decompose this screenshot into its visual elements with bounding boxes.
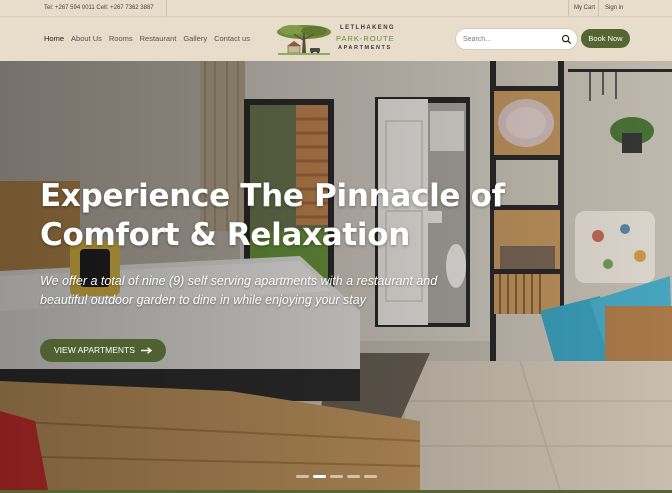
acacia-tree-icon <box>277 25 331 55</box>
nav-item-restaurant[interactable]: Restaurant <box>140 34 177 43</box>
site-header: Home About Us Rooms Restaurant Gallery C… <box>0 17 672 61</box>
nav-item-home[interactable]: Home <box>44 34 64 43</box>
my-cart-link[interactable]: My Cart <box>574 5 595 11</box>
logo-text-line3: APARTMENTS <box>338 45 392 51</box>
nav-item-contact-us[interactable]: Contact us <box>214 34 250 43</box>
main-nav: Home About Us Rooms Restaurant Gallery C… <box>44 34 250 43</box>
logo-text-line2: PARK-ROUTE <box>336 34 395 43</box>
slider-dot-2[interactable] <box>313 475 326 478</box>
hero-headline-line1: Experience The Pinnacle of <box>40 178 505 214</box>
slider-dot-1[interactable] <box>296 475 309 478</box>
hero-headline-line2: Comfort & Relaxation <box>40 217 411 253</box>
slider-dot-5[interactable] <box>364 475 377 478</box>
book-now-button[interactable]: Book Now <box>581 29 630 48</box>
view-apartments-label: VIEW APARTMENTS <box>54 345 135 355</box>
divider <box>568 0 569 17</box>
arrow-right-icon <box>141 347 152 354</box>
slider-dots <box>296 475 377 478</box>
nav-item-gallery[interactable]: Gallery <box>183 34 207 43</box>
slider-dot-3[interactable] <box>330 475 343 478</box>
slider-dot-4[interactable] <box>347 475 360 478</box>
divider <box>166 0 167 17</box>
contact-info: Tel: +267 594 0011 Cell: +267 7362 3887 <box>44 5 154 11</box>
nav-item-rooms[interactable]: Rooms <box>109 34 133 43</box>
divider <box>598 0 599 17</box>
hero-slider: Experience The Pinnacle of Comfort & Rel… <box>0 61 672 490</box>
hero-headline: Experience The Pinnacle of Comfort & Rel… <box>40 177 510 255</box>
search-icon[interactable] <box>561 34 572 45</box>
search-box <box>455 28 578 50</box>
view-apartments-button[interactable]: VIEW APARTMENTS <box>40 339 166 362</box>
top-bar: Tel: +267 594 0011 Cell: +267 7362 3887 … <box>0 0 672 17</box>
hero-subtext: We offer a total of nine (9) self servin… <box>40 274 438 307</box>
site-logo[interactable]: LETLHAKENG PARK-ROUTE APARTMENTS <box>274 22 399 58</box>
search-input[interactable] <box>463 33 559 46</box>
sign-in-link[interactable]: Sign in <box>605 5 623 11</box>
nav-item-about-us[interactable]: About Us <box>71 34 102 43</box>
logo-text-line1: LETLHAKENG <box>340 25 395 31</box>
